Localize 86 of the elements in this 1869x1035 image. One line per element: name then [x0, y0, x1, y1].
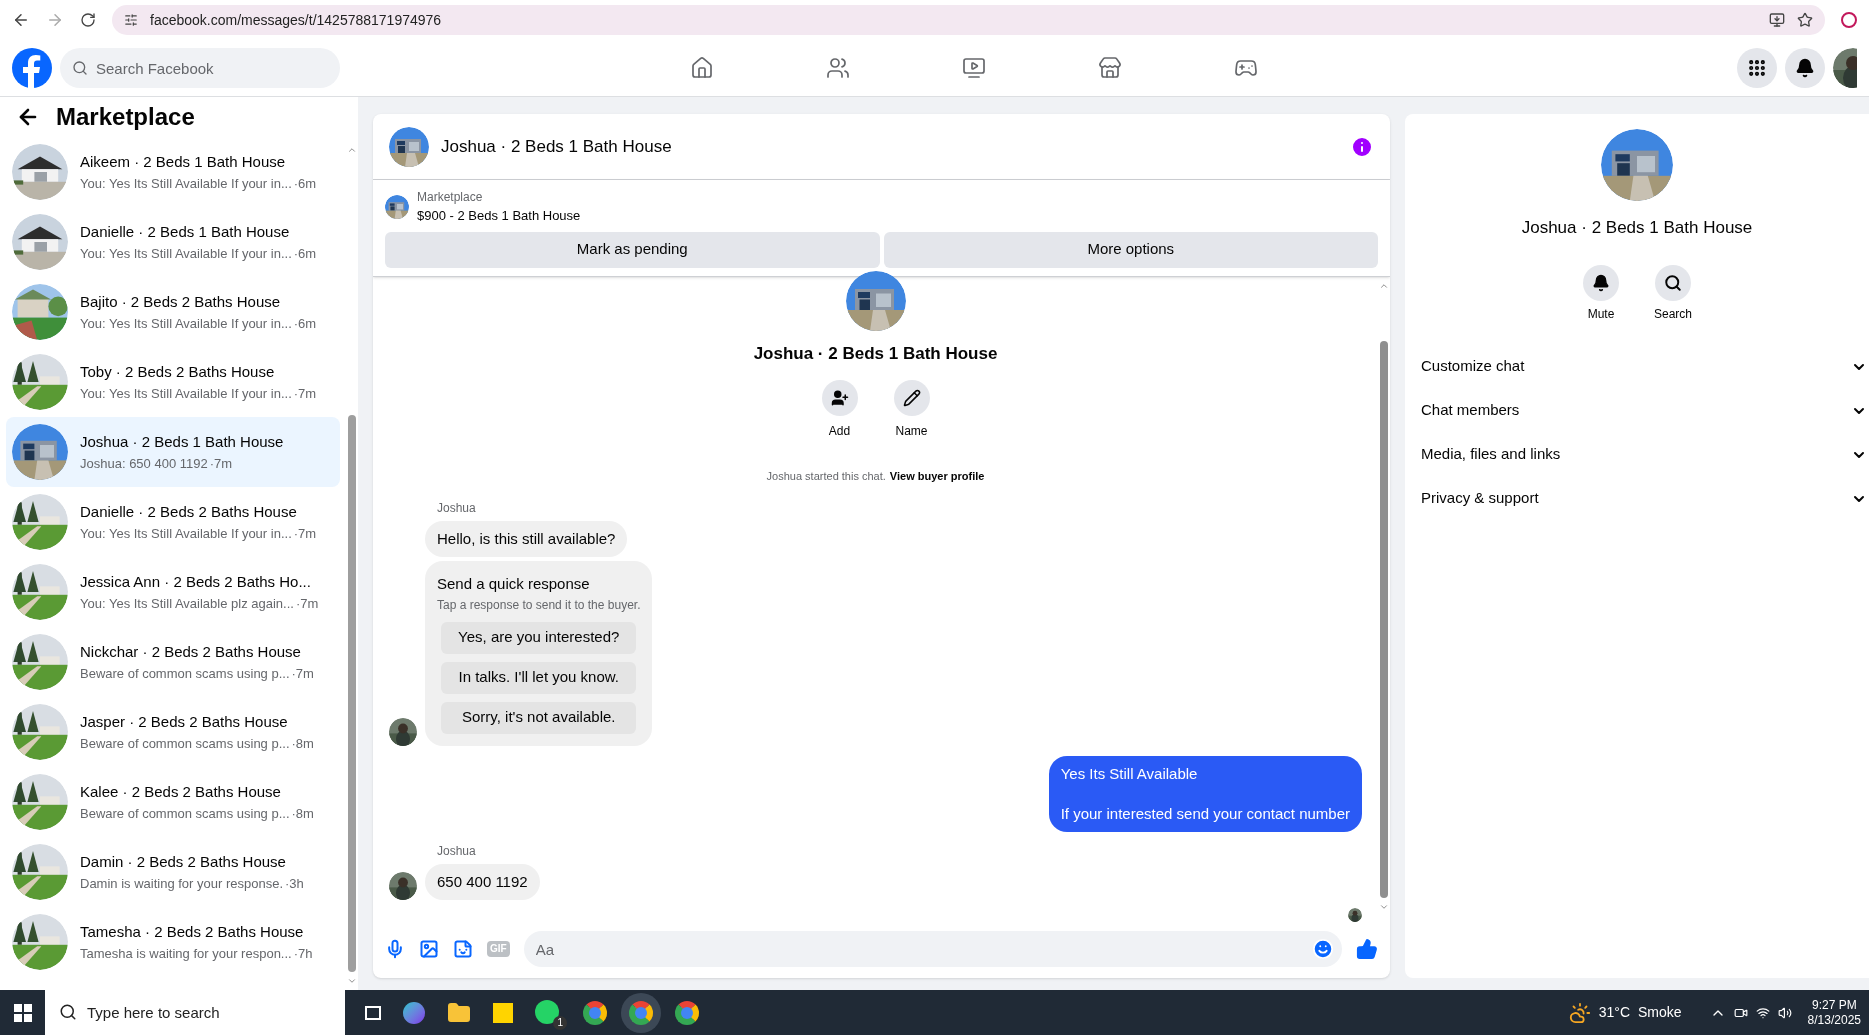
conversation-title: Jasper · 2 Beds 2 Baths House: [80, 712, 289, 732]
conversation-preview: Beware of common scams using p...: [80, 734, 290, 753]
conversation-time: ·7h: [293, 944, 313, 963]
conversation-item[interactable]: Aikeem · 2 Beds 1 Bath House You: Yes Its Still Available If your in...·6m: [6, 137, 340, 207]
quick-response-option[interactable]: Yes, are you interested?: [441, 621, 637, 654]
listing-action-button[interactable]: More options: [883, 231, 1378, 268]
conversation-time: ·6m: [293, 244, 317, 263]
conversation-preview: You: Yes Its Still Available If your in...: [80, 314, 292, 333]
conversation-preview: You: Yes Its Still Available If your in...: [80, 244, 292, 263]
clock-time: 9:27 PM: [1811, 997, 1857, 1013]
buyer-profile-link[interactable]: View buyer profile: [889, 468, 985, 485]
conversation-title: Danielle · 2 Beds 1 Bath House: [80, 222, 291, 242]
address-bar[interactable]: facebook.com/messages/t/1425788171974976: [112, 5, 1825, 35]
conversation-preview: Tamesha is waiting for your respon...: [80, 944, 292, 963]
taskbar-search-field[interactable]: Type here to search: [45, 990, 345, 1035]
details-section-header[interactable]: Media, files and links: [1405, 432, 1869, 477]
conversation-item[interactable]: Toby · 2 Beds 2 Baths House You: Yes Its Still Available If your in...·7m: [6, 347, 340, 417]
listing-action-button[interactable]: Mark as pending: [385, 231, 880, 268]
conversation-preview: Damin is waiting for your response.: [80, 874, 284, 893]
listing-label: Marketplace: [417, 189, 484, 206]
sidebar-title: Marketplace: [56, 102, 195, 132]
notification-badge: 1: [553, 1015, 567, 1030]
conversation-preview: You: Yes Its Still Available If your in...: [80, 174, 292, 193]
conversation-item[interactable]: Danielle · 2 Beds 1 Bath House You: Yes Its Still Available If your in...·6m: [6, 207, 340, 277]
incoming-message: 650 400 1192: [425, 863, 540, 900]
incoming-message: Hello, is this still available?: [425, 520, 628, 557]
quick-response-title: Send a quick response: [437, 574, 591, 594]
outgoing-message: Yes Its Still Available If your interested send your contact number: [1048, 755, 1362, 832]
quick-response-subtitle: Tap a response to send it to the buyer.: [437, 596, 641, 614]
conversation-time: ·8m: [291, 734, 314, 753]
quick-response-option[interactable]: Sorry, it's not available.: [441, 701, 637, 734]
profile-action-label: Add: [828, 423, 851, 440]
chat-title[interactable]: Joshua · 2 Beds 1 Bath House: [441, 133, 672, 160]
clock-date: 8/13/2025: [1807, 1012, 1861, 1028]
conversation-title: Damin · 2 Beds 2 Baths House: [80, 852, 287, 872]
weather-condition: Smoke: [1638, 1003, 1682, 1022]
conversation-title: Bajito · 2 Beds 2 Baths House: [80, 292, 282, 312]
conversation-item[interactable]: Danielle · 2 Beds 2 Baths House You: Yes Its Still Available If your in...·7m: [6, 487, 340, 557]
conversation-time: ·7m: [209, 454, 233, 473]
conversation-time: ·6m: [293, 314, 317, 333]
conversation-preview: Beware of common scams using p...: [80, 664, 290, 683]
details-section-header[interactable]: Customize chat: [1405, 344, 1869, 389]
conversation-item[interactable]: Jessica Ann · 2 Beds 2 Baths Ho... You: Yes Its Still Available plz again...·7m: [6, 557, 340, 627]
conversation-title: Nickchar · 2 Beds 2 Baths House: [80, 642, 302, 662]
conversation-title: Toby · 2 Beds 2 Baths House: [80, 362, 276, 382]
listing-title[interactable]: $900 - 2 Beds 1 Bath House: [417, 206, 581, 226]
conversation-item[interactable]: Nickchar · 2 Beds 2 Baths House Beware of common scams using p...·7m: [6, 627, 340, 697]
conversation-time: ·7m: [293, 524, 317, 543]
conversation-item[interactable]: Damin · 2 Beds 2 Baths House Damin is waiting for your response.·3h: [6, 837, 340, 907]
search-field[interactable]: Search Facebook: [60, 48, 340, 88]
conversation-preview: You: Yes Its Still Available If your in...: [80, 384, 292, 403]
conversation-title: Jessica Ann · 2 Beds 2 Baths Ho...: [80, 572, 312, 592]
details-section-header[interactable]: Privacy & support: [1405, 476, 1869, 521]
conversation-preview: Joshua: 650 400 1192: [80, 454, 208, 473]
message-input[interactable]: Aa: [523, 931, 1342, 967]
conversation-time: ·6m: [293, 174, 317, 193]
conversation-item[interactable]: Joshua · 2 Beds 1 Bath House Joshua: 650 400 1192·7m: [6, 417, 340, 487]
conversation-preview: You: Yes Its Still Available plz again...: [80, 594, 294, 613]
conversation-time: ·7m: [293, 384, 317, 403]
conversation-item[interactable]: Bajito · 2 Beds 2 Baths House You: Yes Its Still Available If your in...·6m: [6, 277, 340, 347]
details-action-label: Mute: [1587, 305, 1615, 323]
conversation-title: Tamesha · 2 Beds 2 Baths House: [80, 922, 305, 942]
details-section-header[interactable]: Chat members: [1405, 388, 1869, 433]
sender-name: Joshua: [437, 842, 476, 860]
conversation-item[interactable]: Tamesha · 2 Beds 2 Baths House Tamesha is waiting for your respon...·7h: [6, 907, 340, 977]
details-action-label: Search: [1654, 305, 1692, 323]
chat-profile-name: Joshua · 2 Beds 1 Bath House: [753, 342, 998, 365]
conversation-item[interactable]: Kalee · 2 Beds 2 Baths House Beware of common scams using p...·8m: [6, 767, 340, 837]
conversation-time: ·7m: [295, 594, 319, 613]
details-name: Joshua · 2 Beds 1 Bath House: [1521, 217, 1753, 239]
temperature: 31°C: [1598, 1003, 1631, 1022]
conversation-item[interactable]: Jasper · 2 Beds 2 Baths House Beware of common scams using p...·8m: [6, 697, 340, 767]
system-message: Joshua started this chat.: [766, 469, 886, 484]
quick-response-option[interactable]: In talks. I'll let you know.: [441, 661, 637, 694]
profile-action-label: Name: [895, 423, 928, 440]
conversation-preview: Beware of common scams using p...: [80, 804, 290, 823]
conversation-preview: You: Yes Its Still Available If your in...: [80, 524, 292, 543]
sender-name: Joshua: [437, 499, 476, 517]
conversation-time: ·3h: [285, 874, 304, 893]
conversation-title: Danielle · 2 Beds 2 Baths House: [80, 502, 298, 522]
url-text: facebook.com/messages/t/1425788171974976: [150, 10, 442, 30]
conversation-title: Kalee · 2 Beds 2 Baths House: [80, 782, 282, 802]
conversation-title: Joshua · 2 Beds 1 Bath House: [80, 432, 284, 452]
conversation-time: ·8m: [291, 804, 314, 823]
conversation-title: Aikeem · 2 Beds 1 Bath House: [80, 152, 287, 172]
conversation-time: ·7m: [291, 664, 314, 683]
